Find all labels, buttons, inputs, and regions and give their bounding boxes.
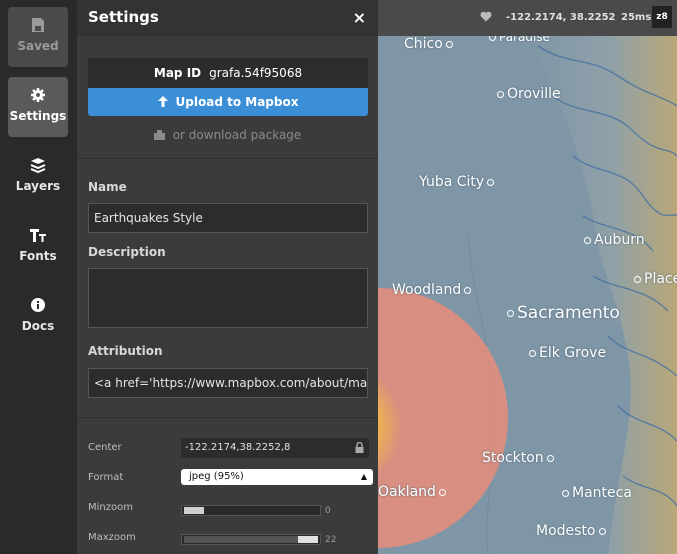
- close-icon[interactable]: ×: [353, 8, 366, 27]
- map-status-bar: -122.2174, 38.2252 25ms z8: [378, 0, 677, 36]
- gear-icon: [31, 88, 45, 102]
- city-label: Chico: [404, 36, 456, 52]
- upload-button[interactable]: Upload to Mapbox: [88, 88, 368, 116]
- package-icon: [153, 130, 165, 140]
- map-id-value: grafa.54f95068: [209, 66, 303, 80]
- description-label: Description: [88, 245, 166, 259]
- download-label: or download package: [172, 128, 302, 142]
- divider: [77, 158, 378, 159]
- map-id-label: Map ID: [153, 66, 202, 80]
- arrow-up-icon: [157, 96, 168, 107]
- render-latency: 25ms: [621, 12, 652, 23]
- name-input[interactable]: Earthquakes Style: [88, 203, 368, 233]
- city-label: Paradise: [486, 36, 550, 44]
- info-icon: [31, 298, 45, 312]
- select-arrows-icon: ▲: [360, 472, 367, 481]
- divider: [77, 417, 378, 418]
- minzoom-slider-fill: [184, 507, 204, 514]
- nav-layers-label: Layers: [15, 179, 61, 193]
- nav-fonts-button[interactable]: Fonts: [8, 217, 68, 277]
- nav-layers-button[interactable]: Layers: [8, 147, 68, 207]
- center-label: Center: [88, 442, 122, 453]
- layers-icon: [30, 158, 46, 173]
- download-package-link[interactable]: or download package: [77, 128, 378, 142]
- description-textarea[interactable]: [88, 268, 368, 328]
- nav-saved-button[interactable]: Saved: [8, 7, 68, 67]
- city-label: Auburn: [581, 232, 645, 248]
- city-label: Yuba City: [419, 174, 497, 190]
- nav-settings-label: Settings: [9, 109, 67, 123]
- sidebar-nav: Saved Settings Layers Fonts Docs: [0, 0, 77, 554]
- map-coordinates: -122.2174, 38.2252: [506, 12, 616, 23]
- center-value: -122.2174,38.2252,8: [185, 442, 291, 453]
- city-label: Sacramento: [504, 303, 620, 323]
- maxzoom-value: 22: [325, 535, 337, 545]
- panel-header: Settings ×: [77, 0, 378, 36]
- map-id-box: Map ID grafa.54f95068: [88, 58, 368, 88]
- save-icon: [32, 18, 44, 32]
- zoom-level-badge: z8: [652, 6, 672, 28]
- nav-docs-button[interactable]: Docs: [8, 287, 68, 347]
- minzoom-slider[interactable]: [181, 505, 321, 516]
- maxzoom-label: Maxzoom: [88, 532, 136, 543]
- maxzoom-slider-fill: [184, 536, 318, 543]
- city-label: Manteca: [559, 485, 632, 501]
- city-label: Stockton: [482, 450, 557, 466]
- nav-settings-button[interactable]: Settings: [8, 77, 68, 137]
- panel-title: Settings: [88, 8, 159, 26]
- minzoom-value: 0: [325, 506, 331, 516]
- city-label: Placer: [631, 271, 677, 287]
- name-label: Name: [88, 180, 127, 194]
- city-label: Oroville: [494, 86, 561, 102]
- map-view[interactable]: Chico Paradise Oroville Yuba City Auburn…: [378, 36, 677, 554]
- city-label: Elk Grove: [526, 345, 606, 361]
- format-label: Format: [88, 472, 124, 483]
- city-label: Modesto: [536, 523, 609, 539]
- attribution-label: Attribution: [88, 344, 163, 358]
- lock-icon[interactable]: [355, 442, 364, 453]
- center-input[interactable]: -122.2174,38.2252,8: [181, 438, 369, 458]
- attribution-input[interactable]: <a href='https://www.mapbox.com/about/ma…: [88, 368, 368, 398]
- minzoom-label: Minzoom: [88, 502, 133, 513]
- city-label: Oakland: [378, 484, 449, 500]
- format-select[interactable]: jpeg (95%) ▲: [181, 469, 373, 485]
- upload-label: Upload to Mapbox: [175, 95, 299, 109]
- city-label: Woodland: [392, 282, 474, 298]
- fonts-icon: [30, 229, 46, 242]
- nav-fonts-label: Fonts: [19, 249, 57, 263]
- settings-panel: Settings × Map ID grafa.54f95068 Upload t…: [77, 0, 378, 554]
- nav-docs-label: Docs: [21, 319, 55, 333]
- heart-icon[interactable]: [480, 11, 492, 22]
- format-value: jpeg (95%): [189, 471, 244, 482]
- nav-saved-label: Saved: [17, 39, 59, 53]
- maxzoom-slider[interactable]: [181, 534, 321, 545]
